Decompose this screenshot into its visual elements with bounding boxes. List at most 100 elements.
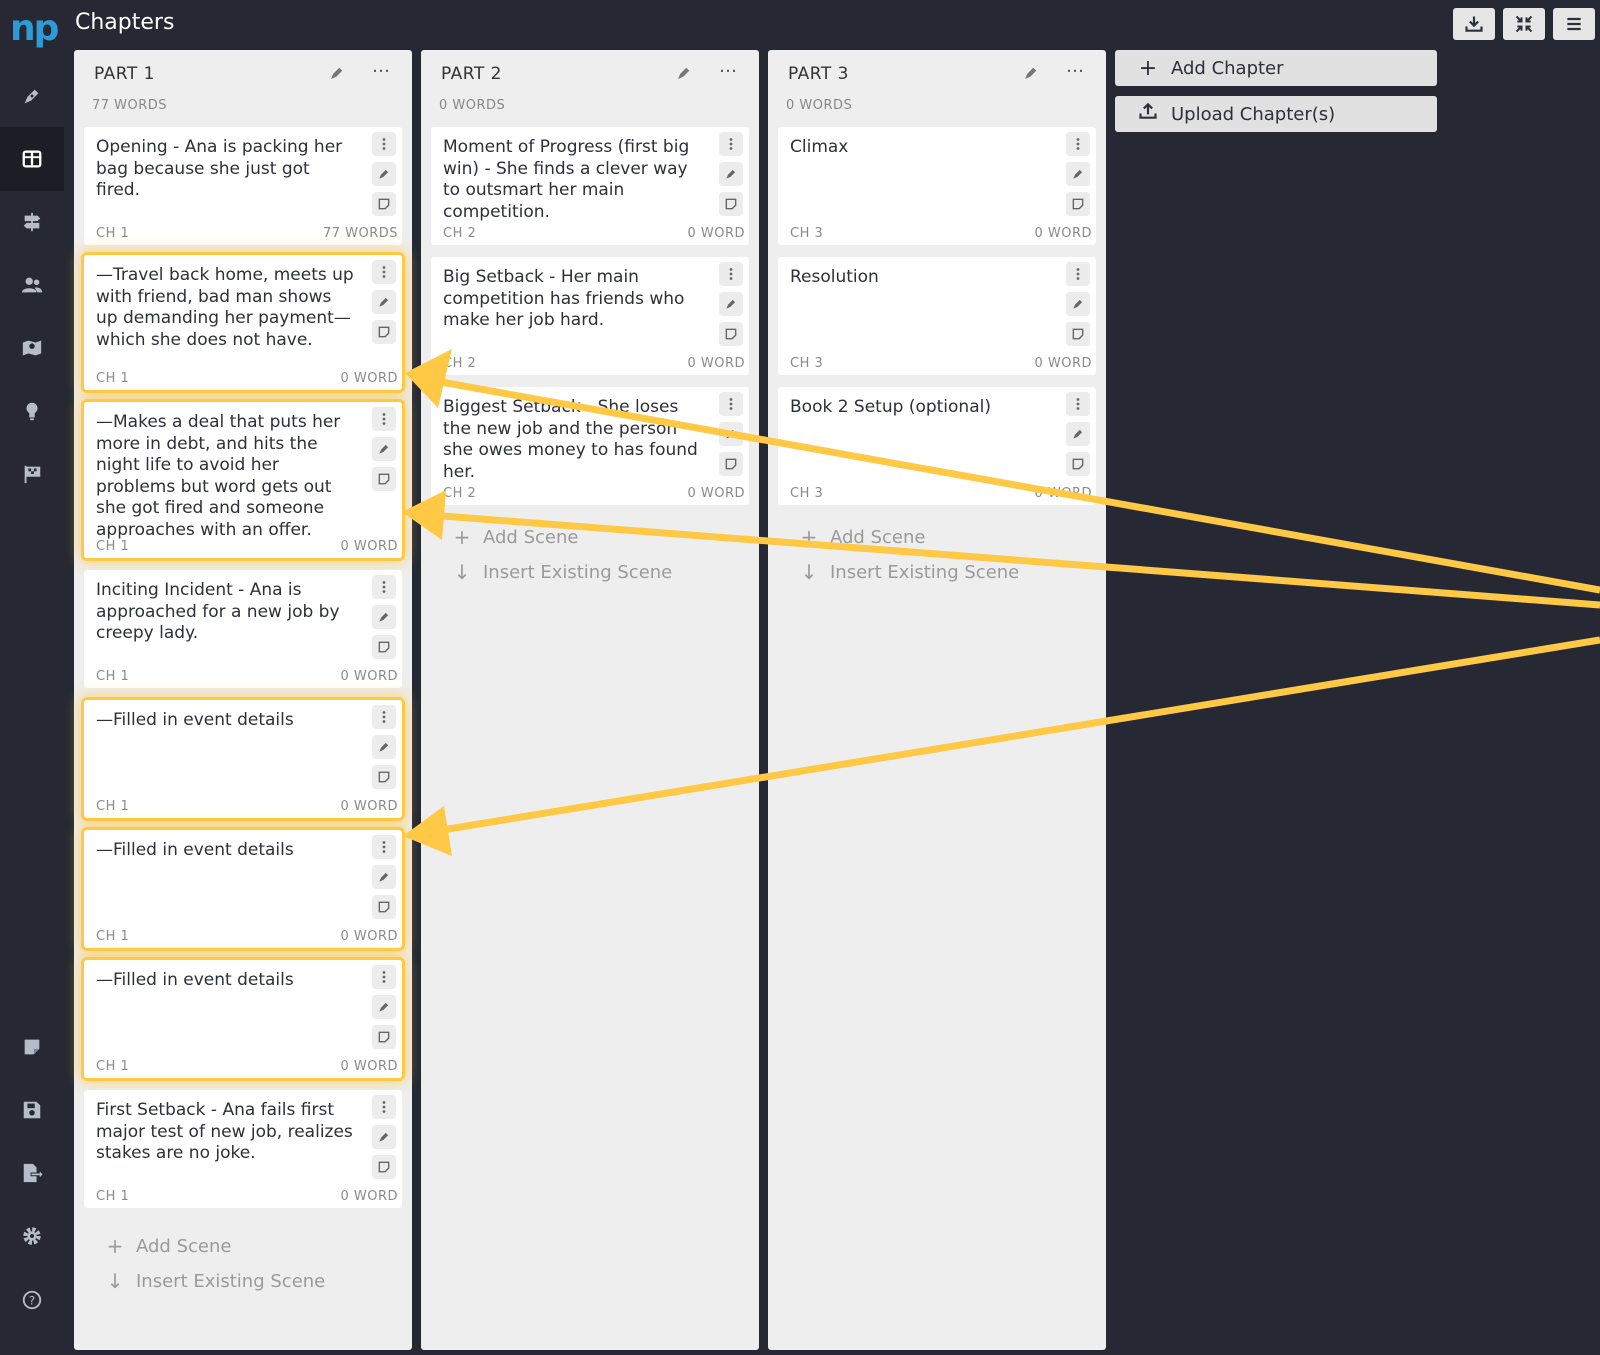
scene-note-button[interactable] bbox=[1066, 322, 1090, 346]
scene-write-button[interactable] bbox=[372, 865, 396, 889]
scene-write-button[interactable] bbox=[372, 605, 396, 629]
scene-note-button[interactable] bbox=[372, 320, 396, 344]
scene-menu-button[interactable] bbox=[372, 835, 396, 859]
scene-card[interactable]: Big Setback - Her main competition has f… bbox=[431, 257, 749, 375]
scene-menu-button[interactable] bbox=[719, 392, 743, 416]
scene-menu-button[interactable] bbox=[372, 132, 396, 156]
sidebar-item-goals[interactable] bbox=[0, 442, 64, 506]
part-more-button[interactable]: … bbox=[370, 58, 392, 82]
sidebar-item-help[interactable]: ? bbox=[0, 1268, 64, 1332]
scene-write-button[interactable] bbox=[372, 437, 396, 461]
scene-card[interactable]: —Makes a deal that puts her more in debt… bbox=[84, 402, 402, 558]
pen-icon bbox=[379, 1132, 389, 1142]
scene-write-button[interactable] bbox=[1066, 422, 1090, 446]
insert-existing-scene-button[interactable]: ↓ Insert Existing Scene bbox=[451, 560, 673, 584]
scene-note-button[interactable] bbox=[372, 192, 396, 216]
scene-card[interactable]: Climax CH 3 0 WORD bbox=[778, 127, 1096, 245]
sidebar-item-save[interactable] bbox=[0, 1078, 64, 1142]
scene-card[interactable]: Moment of Progress (first big win) - She… bbox=[431, 127, 749, 245]
edit-part-button[interactable] bbox=[1022, 64, 1040, 82]
edit-part-button[interactable] bbox=[328, 64, 346, 82]
scene-card[interactable]: Book 2 Setup (optional) CH 3 0 WORD bbox=[778, 387, 1096, 505]
sidebar-item-ideas[interactable] bbox=[0, 379, 64, 443]
note-icon bbox=[378, 641, 390, 653]
collapse-button[interactable] bbox=[1503, 8, 1545, 40]
scene-card[interactable]: Resolution CH 3 0 WORD bbox=[778, 257, 1096, 375]
add-scene-button[interactable]: + Add Scene bbox=[104, 1234, 232, 1258]
scene-word-count: 0 WORD bbox=[340, 929, 398, 944]
scene-menu-button[interactable] bbox=[372, 407, 396, 431]
scene-write-button[interactable] bbox=[372, 290, 396, 314]
scene-write-button[interactable] bbox=[719, 162, 743, 186]
scene-card[interactable]: —Filled in event details CH 1 0 WORD bbox=[84, 830, 402, 948]
svg-text:?: ? bbox=[29, 1294, 35, 1308]
scene-write-button[interactable] bbox=[719, 422, 743, 446]
scene-card[interactable]: —Filled in event details CH 1 0 WORD bbox=[84, 960, 402, 1078]
scene-write-button[interactable] bbox=[372, 995, 396, 1019]
scene-note-button[interactable] bbox=[372, 635, 396, 659]
scene-title: —Makes a deal that puts her more in debt… bbox=[96, 412, 341, 540]
scene-note-button[interactable] bbox=[372, 765, 396, 789]
upload-chapters-button[interactable]: Upload Chapter(s) bbox=[1115, 96, 1437, 132]
scene-card[interactable]: Biggest Setback - She loses the new job … bbox=[431, 387, 749, 505]
scene-note-button[interactable] bbox=[719, 322, 743, 346]
scene-card[interactable]: —Filled in event details CH 1 0 WORD bbox=[84, 700, 402, 818]
sidebar-item-plot[interactable] bbox=[0, 190, 64, 254]
scene-menu-button[interactable] bbox=[372, 1095, 396, 1119]
scene-note-button[interactable] bbox=[372, 467, 396, 491]
sidebar-item-world[interactable] bbox=[0, 316, 64, 380]
scene-menu-button[interactable] bbox=[372, 575, 396, 599]
add-scene-button[interactable]: + Add Scene bbox=[798, 525, 926, 549]
kebab-icon bbox=[729, 268, 733, 280]
scene-note-button[interactable] bbox=[372, 1025, 396, 1049]
scene-write-button[interactable] bbox=[372, 162, 396, 186]
scene-menu-button[interactable] bbox=[1066, 262, 1090, 286]
scene-card[interactable]: Inciting Incident - Ana is approached fo… bbox=[84, 570, 402, 688]
app-logo[interactable]: np bbox=[10, 8, 59, 49]
scene-note-button[interactable] bbox=[1066, 452, 1090, 476]
scene-chapter: CH 1 bbox=[96, 929, 130, 944]
scene-note-button[interactable] bbox=[372, 895, 396, 919]
scene-note-button[interactable] bbox=[372, 1155, 396, 1179]
menu-button[interactable] bbox=[1553, 8, 1595, 40]
pen-icon bbox=[1073, 299, 1083, 309]
part-more-button[interactable]: … bbox=[1064, 58, 1086, 82]
scene-note-button[interactable] bbox=[719, 192, 743, 216]
insert-existing-label: Insert Existing Scene bbox=[483, 561, 673, 583]
kebab-icon bbox=[382, 971, 386, 983]
pen-icon bbox=[379, 742, 389, 752]
part-more-button[interactable]: … bbox=[717, 58, 739, 82]
scene-write-button[interactable] bbox=[372, 735, 396, 759]
scene-write-button[interactable] bbox=[1066, 292, 1090, 316]
note-icon bbox=[1072, 458, 1084, 470]
sidebar-item-characters[interactable] bbox=[0, 253, 64, 317]
sidebar-item-write[interactable] bbox=[0, 64, 64, 128]
add-scene-button[interactable]: + Add Scene bbox=[451, 525, 579, 549]
scene-write-button[interactable] bbox=[372, 1125, 396, 1149]
sidebar-item-chapters[interactable] bbox=[0, 127, 64, 191]
scene-menu-button[interactable] bbox=[719, 262, 743, 286]
scene-note-button[interactable] bbox=[1066, 192, 1090, 216]
scene-menu-button[interactable] bbox=[1066, 392, 1090, 416]
sidebar-item-settings[interactable] bbox=[0, 1204, 64, 1268]
download-button[interactable] bbox=[1453, 8, 1495, 40]
scene-menu-button[interactable] bbox=[372, 965, 396, 989]
insert-existing-label: Insert Existing Scene bbox=[136, 1270, 326, 1292]
scene-menu-button[interactable] bbox=[1066, 132, 1090, 156]
scene-card[interactable]: —Travel back home, meets up with friend,… bbox=[84, 255, 402, 390]
scene-menu-button[interactable] bbox=[372, 705, 396, 729]
scene-menu-button[interactable] bbox=[719, 132, 743, 156]
scene-note-button[interactable] bbox=[719, 452, 743, 476]
scene-card[interactable]: First Setback - Ana fails first major te… bbox=[84, 1090, 402, 1208]
scene-write-button[interactable] bbox=[719, 292, 743, 316]
kebab-icon bbox=[382, 138, 386, 150]
add-chapter-button[interactable]: + Add Chapter bbox=[1115, 50, 1437, 86]
scene-write-button[interactable] bbox=[1066, 162, 1090, 186]
scene-card[interactable]: Opening - Ana is packing her bag because… bbox=[84, 127, 402, 245]
edit-part-button[interactable] bbox=[675, 64, 693, 82]
insert-existing-scene-button[interactable]: ↓ Insert Existing Scene bbox=[798, 560, 1020, 584]
insert-existing-scene-button[interactable]: ↓ Insert Existing Scene bbox=[104, 1269, 326, 1293]
sidebar-item-notes[interactable] bbox=[0, 1015, 64, 1079]
sidebar-item-export[interactable] bbox=[0, 1141, 64, 1205]
scene-menu-button[interactable] bbox=[372, 260, 396, 284]
